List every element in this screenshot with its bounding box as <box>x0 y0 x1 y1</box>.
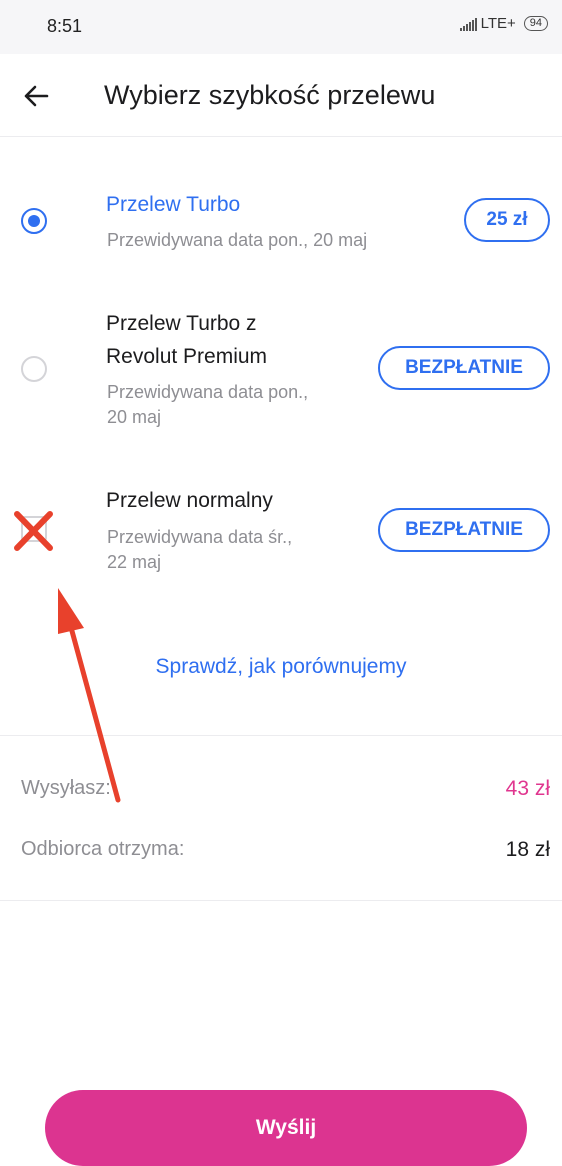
status-indicators: LTE+ 94 <box>459 15 548 32</box>
option-subtitle: Przewidywana data pon., 20 maj <box>107 230 368 250</box>
option-turbo[interactable]: Przelew Turbo Przewidywana data pon., 20… <box>0 180 562 270</box>
option-title-line1: Przelew Turbo z <box>106 312 257 335</box>
option-subtitle-line1: Przewidywana data pon., <box>107 382 309 402</box>
radio-selected-icon[interactable] <box>21 208 47 234</box>
signal-icon <box>459 17 477 31</box>
send-button[interactable]: Wyślij <box>45 1090 527 1166</box>
page-title: Wybierz szybkość przelewu <box>104 80 436 110</box>
receive-label: Odbiorca otrzyma: <box>21 838 185 860</box>
option-turbo-premium[interactable]: Przelew Turbo z Revolut Premium Przewidy… <box>0 305 562 435</box>
option-normal[interactable]: Przelew normalny Przewidywana data śr., … <box>0 484 562 584</box>
option-subtitle-line2: 20 maj <box>107 407 162 427</box>
option-title: Przelew normalny <box>106 489 273 512</box>
radio-icon[interactable] <box>21 516 47 542</box>
app-header: Wybierz szybkość przelewu <box>0 54 562 137</box>
send-value: 43 zł <box>505 777 550 800</box>
free-badge: BEZPŁATNIE <box>378 346 550 390</box>
arrow-annotation-icon <box>58 588 121 803</box>
receive-value: 18 zł <box>505 838 550 861</box>
divider <box>0 735 562 736</box>
radio-icon[interactable] <box>21 356 47 382</box>
status-bar: 8:51 LTE+ 94 <box>0 0 562 54</box>
battery-icon: 94 <box>523 16 548 31</box>
network-label: LTE+ <box>480 15 516 32</box>
option-subtitle-line1: Przewidywana data śr., <box>107 527 293 547</box>
option-title: Przelew Turbo <box>106 193 241 216</box>
send-label: Wysyłasz: <box>21 777 111 799</box>
arrow-left-icon[interactable] <box>22 82 50 110</box>
divider <box>0 900 562 901</box>
price-badge: 25 zł <box>464 198 550 242</box>
status-time: 8:51 <box>47 16 83 36</box>
free-badge: BEZPŁATNIE <box>378 508 550 552</box>
option-title-line2: Revolut Premium <box>106 345 268 368</box>
option-subtitle-line2: 22 maj <box>107 552 162 572</box>
compare-link[interactable]: Sprawdź, jak porównujemy <box>0 655 562 679</box>
